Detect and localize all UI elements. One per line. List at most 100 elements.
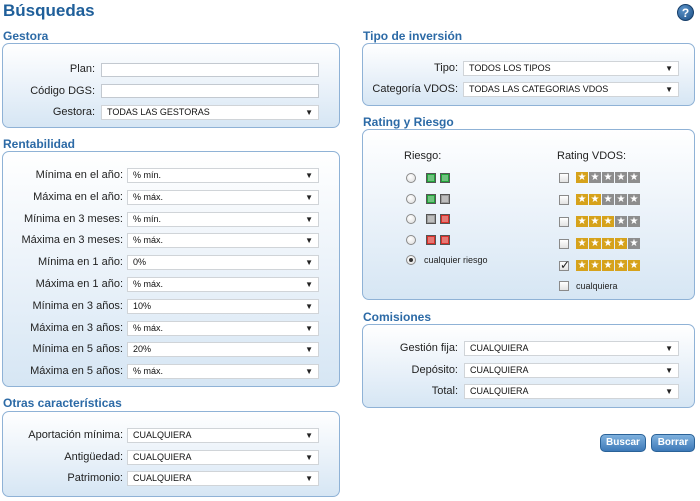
star-icon: ★ <box>589 238 601 249</box>
codigo-dgs-input[interactable] <box>101 84 319 98</box>
risk-level-square <box>426 214 436 224</box>
categoria-select[interactable]: TODAS LAS CATEGORIAS VDOS ▼ <box>463 82 679 97</box>
chevron-down-icon: ▼ <box>665 64 673 73</box>
comisiones-select[interactable]: CUALQUIERA ▼ <box>464 362 679 378</box>
risk-any-radio[interactable] <box>406 255 416 265</box>
rating-checkbox[interactable] <box>559 239 569 249</box>
plan-label: Plan: <box>69 63 95 75</box>
otras-select-value: CUALQUIERA <box>133 473 192 483</box>
star-icon: ★ <box>615 194 627 205</box>
risk-radio[interactable] <box>406 193 416 204</box>
chevron-down-icon: ▼ <box>305 367 313 377</box>
rentabilidad-label: Máxima en 3 meses: <box>21 234 123 247</box>
star-icon: ★ <box>602 194 614 205</box>
comisiones-select[interactable]: CUALQUIERA ▼ <box>464 341 679 356</box>
risk-level-square <box>440 193 450 204</box>
star-icon: ★ <box>602 238 614 249</box>
rating-checkbox[interactable] <box>559 173 569 183</box>
rating-checkbox[interactable] <box>559 217 569 227</box>
gestora-title: Gestora <box>3 29 49 43</box>
chevron-down-icon: ▼ <box>305 452 313 462</box>
otras-select[interactable]: CUALQUIERA ▼ <box>127 449 319 465</box>
chevron-down-icon: ▼ <box>305 474 313 483</box>
rating-any-checkbox[interactable] <box>559 281 569 291</box>
star-icon: ★ <box>576 216 588 227</box>
chevron-down-icon: ▼ <box>305 171 313 180</box>
buscar-button[interactable]: Buscar <box>600 434 646 452</box>
rentabilidad-select-value: % máx. <box>133 366 164 377</box>
help-icon[interactable]: ? <box>677 4 694 21</box>
chevron-down-icon: ▼ <box>665 85 673 94</box>
chevron-down-icon: ▼ <box>305 280 313 289</box>
rating-panel: Riesgo: Rating VDOS: cualquier riesgo ★ ★… <box>362 129 695 300</box>
risk-level-square <box>426 173 436 183</box>
rentabilidad-select[interactable]: % máx. ▼ <box>127 233 319 249</box>
rentabilidad-label: Mínima en 3 meses: <box>23 212 123 225</box>
rentabilidad-select-value: % máx. <box>133 279 164 289</box>
star-icon: ★ <box>628 238 640 249</box>
rating-checkbox[interactable]: ✓ <box>559 258 570 272</box>
categoria-label: Categoría VDOS: <box>372 83 458 95</box>
star-icon: ★ <box>576 194 588 205</box>
otras-select-value: CUALQUIERA <box>133 451 192 462</box>
rentabilidad-select-value: % mín. <box>133 213 162 224</box>
rentabilidad-select-value: % máx. <box>133 322 164 333</box>
rentabilidad-select[interactable]: % máx. ▼ <box>127 189 319 205</box>
chevron-down-icon: ▼ <box>305 236 313 246</box>
gestora-panel: Plan: Código DGS: Gestora: TODAS LAS GES… <box>2 43 340 128</box>
risk-radio[interactable] <box>406 214 416 224</box>
rentabilidad-label: Mínima en 1 año: <box>38 256 123 269</box>
star-icon: ★ <box>615 238 627 249</box>
comisiones-title: Comisiones <box>363 310 432 324</box>
comisiones-select[interactable]: CUALQUIERA ▼ <box>464 384 679 399</box>
otras-label: Patrimonio: <box>67 472 123 484</box>
risk-radio[interactable] <box>406 234 416 245</box>
rentabilidad-select[interactable]: 10% ▼ <box>127 298 319 314</box>
plan-input[interactable] <box>101 63 319 77</box>
rating-stars: ★ ★ ★ ★ ★ <box>576 194 640 205</box>
rentabilidad-label: Máxima en 5 años: <box>30 365 123 378</box>
rentabilidad-select[interactable]: % mín. ▼ <box>127 211 319 227</box>
rentabilidad-select[interactable]: % máx. ▼ <box>127 277 319 292</box>
comisiones-select-value: CUALQUIERA <box>470 364 529 375</box>
chevron-down-icon: ▼ <box>665 344 673 353</box>
rentabilidad-select[interactable]: % máx. ▼ <box>127 320 319 336</box>
borrar-button[interactable]: Borrar <box>651 434 695 452</box>
otras-select[interactable]: CUALQUIERA ▼ <box>127 428 319 443</box>
chevron-down-icon: ▼ <box>305 345 313 355</box>
star-icon: ★ <box>589 216 601 227</box>
rentabilidad-select[interactable]: % máx. ▼ <box>127 364 319 380</box>
rentabilidad-select-value: 20% <box>133 344 152 355</box>
rentabilidad-select[interactable]: 20% ▼ <box>127 342 319 358</box>
star-icon: ★ <box>628 194 640 205</box>
star-icon: ★ <box>589 172 601 183</box>
rentabilidad-label: Mínima en 5 años: <box>32 343 124 356</box>
rating-any-label: cualquiera <box>576 281 618 291</box>
otras-panel: Aportación mínima: CUALQUIERA ▼ Antigüedad:… <box>2 411 340 497</box>
gestora-select[interactable]: TODAS LAS GESTORAS ▼ <box>101 105 319 120</box>
tipo-select[interactable]: TODOS LOS TIPOS ▼ <box>463 61 679 76</box>
rating-checkbox[interactable] <box>559 195 569 205</box>
rentabilidad-select[interactable]: 0% ▼ <box>127 255 319 271</box>
otras-label: Aportación mínima: <box>28 429 123 441</box>
otras-select[interactable]: CUALQUIERA ▼ <box>127 471 319 486</box>
rentabilidad-select[interactable]: % mín. ▼ <box>127 168 319 183</box>
rating-stars: ★ ★ ★ ★ ★ <box>576 260 640 271</box>
page-title: Búsquedas <box>3 1 95 20</box>
rating-title: Rating y Riesgo <box>363 115 454 129</box>
risk-level-square <box>440 234 450 245</box>
risk-level-square <box>426 234 436 245</box>
risk-radio[interactable] <box>406 173 416 183</box>
rentabilidad-label: Mínima en 3 años: <box>32 299 124 312</box>
star-icon: ★ <box>628 260 640 271</box>
rentabilidad-select-value: % mín. <box>133 170 162 180</box>
star-icon: ★ <box>602 260 614 271</box>
rating-stars: ★ ★ ★ ★ ★ <box>576 216 640 227</box>
star-icon: ★ <box>589 194 601 205</box>
otras-title: Otras características <box>3 396 122 410</box>
star-icon: ★ <box>602 216 614 227</box>
gestora-label: Gestora: <box>52 106 95 118</box>
star-icon: ★ <box>615 172 627 183</box>
chevron-down-icon: ▼ <box>305 192 313 202</box>
star-icon: ★ <box>615 260 627 271</box>
